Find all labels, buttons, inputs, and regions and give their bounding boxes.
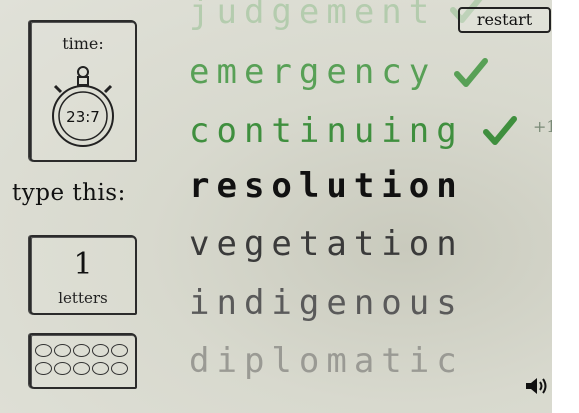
stopwatch-icon: 23:7 [52, 66, 114, 147]
life-indicator [35, 362, 52, 375]
upcoming-word: vegetation [189, 224, 464, 264]
timer-value: 23:7 [66, 108, 100, 126]
completed-word: judgement [189, 0, 437, 32]
life-indicator [35, 344, 52, 357]
life-indicator [92, 362, 109, 375]
life-indicator [111, 362, 128, 375]
upcoming-word: indigenous [189, 283, 464, 323]
restart-button[interactable]: restart [458, 7, 551, 33]
letters-panel: 1 letters [29, 235, 137, 315]
completed-word: continuing [189, 111, 464, 151]
check-icon [454, 58, 488, 87]
right-margin [552, 0, 579, 413]
life-indicator [54, 344, 71, 357]
life-indicator [111, 344, 128, 357]
life-indicator [73, 362, 90, 375]
life-indicator [54, 362, 71, 375]
type-this-label: type this: [12, 180, 126, 206]
completed-word: emergency [189, 52, 437, 92]
bonus-points: +1 [533, 117, 552, 136]
check-icon [483, 116, 517, 145]
timer-panel: time: 23:7 [29, 20, 137, 162]
speaker-icon[interactable] [524, 375, 548, 397]
game-stage: time: 23:7 type this: 1 letters judgemen… [0, 0, 552, 413]
upcoming-word: diplomatic [189, 341, 464, 381]
timer-label: time: [62, 34, 104, 53]
life-indicator [73, 344, 90, 357]
letters-count: 1 [73, 247, 93, 282]
current-word: resolution [189, 166, 464, 206]
letters-label: letters [58, 289, 108, 307]
life-indicator [92, 344, 109, 357]
lives-panel [29, 333, 137, 389]
